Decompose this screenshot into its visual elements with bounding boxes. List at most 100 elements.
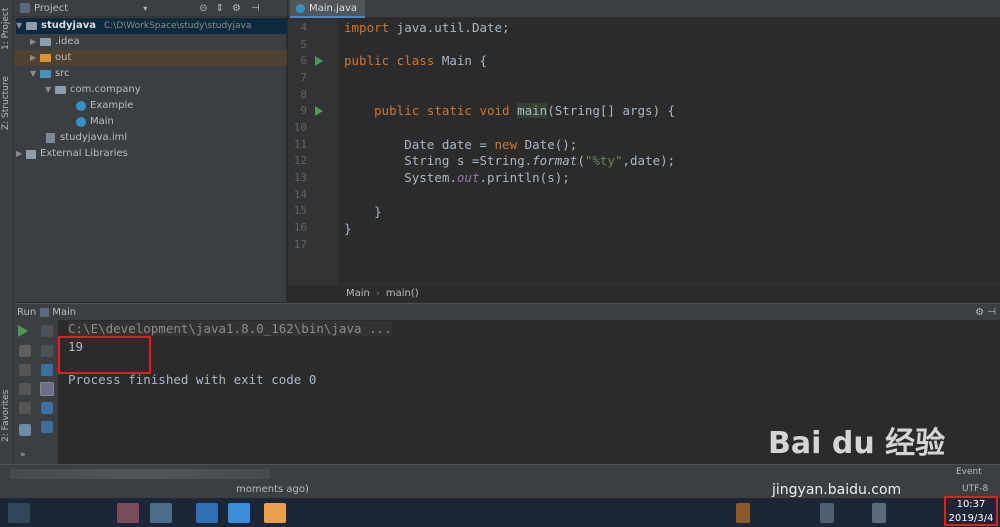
- exit-icon[interactable]: [19, 402, 31, 414]
- collapse-all-icon[interactable]: ⊝: [199, 3, 207, 14]
- run-config-tab[interactable]: Main: [52, 307, 76, 318]
- chevron-right-icon[interactable]: ▶: [16, 146, 26, 162]
- run-method-icon[interactable]: [315, 106, 323, 116]
- more-icon[interactable]: »: [20, 450, 26, 460]
- encoding-indicator[interactable]: UTF-8: [962, 484, 988, 494]
- module-folder-icon: [26, 22, 37, 30]
- breadcrumb-method[interactable]: main(): [386, 288, 419, 299]
- tree-item-label: Example: [90, 100, 134, 111]
- tree-item-example[interactable]: Example: [76, 98, 133, 114]
- taskbar-app-icon[interactable]: [150, 503, 172, 523]
- code-line: }: [344, 204, 382, 219]
- hide-panel-icon[interactable]: ⊣: [251, 3, 260, 14]
- chevron-right-icon: ›: [375, 288, 380, 299]
- tray-icon[interactable]: [820, 503, 834, 523]
- clock-date[interactable]: 2019/3/4: [944, 513, 998, 524]
- favorites-tool-button[interactable]: 2: Favorites: [1, 390, 11, 442]
- rerun-icon[interactable]: [18, 325, 28, 337]
- pause-icon[interactable]: [19, 364, 31, 376]
- breadcrumb: Main › main(): [288, 284, 1000, 302]
- code-line: }: [344, 221, 352, 236]
- code-line: String s =String.format("%ty",date);: [344, 153, 676, 168]
- console-finish-line: Process finished with exit code 0: [68, 372, 317, 387]
- arrow-down-icon[interactable]: [41, 345, 53, 357]
- start-icon[interactable]: [8, 503, 30, 523]
- event-log-button[interactable]: Event: [956, 467, 982, 477]
- tree-item-label: External Libraries: [40, 148, 128, 159]
- editor-gutter: 4 5 6 7 8 9 10 11 12 13 14 15 16 17: [288, 18, 338, 284]
- taskbar-app-icon[interactable]: [264, 503, 286, 523]
- tab-label: Main.java: [309, 2, 358, 14]
- tree-item-external-libraries[interactable]: ▶ External Libraries: [16, 146, 128, 162]
- tray-icon[interactable]: [736, 503, 750, 523]
- scroll-to-end-icon[interactable]: [40, 382, 54, 396]
- line-number: 9: [300, 104, 307, 117]
- tree-item-idea[interactable]: ▶ .idea: [30, 34, 80, 50]
- class-icon: [296, 3, 305, 13]
- blurred-region: [10, 469, 270, 479]
- clear-all-icon[interactable]: [41, 421, 53, 433]
- source-folder-icon: [40, 70, 51, 78]
- editor-tab-bar: Main.java: [288, 0, 1000, 18]
- tree-item-main[interactable]: Main: [76, 114, 114, 130]
- left-tool-strip: 1: Project Z: Structure 2: Favorites: [0, 0, 14, 464]
- run-panel-header: Run Main ⚙ ⊣: [14, 303, 1000, 320]
- project-tool-button[interactable]: 1: Project: [1, 8, 11, 50]
- gear-icon[interactable]: ⚙ ⊣: [975, 307, 996, 318]
- project-view-title[interactable]: Project: [34, 3, 68, 14]
- tree-item-label: out: [55, 52, 72, 63]
- code-line: public static void main(String[] args) {: [374, 103, 676, 118]
- soft-wrap-icon[interactable]: [41, 364, 53, 376]
- tree-item-out[interactable]: ▶ out: [14, 50, 287, 66]
- arrow-up-icon[interactable]: [41, 325, 53, 337]
- tree-item-studyjava[interactable]: ▼ studyjava C:\D\WorkSpace\study\studyja…: [16, 18, 287, 34]
- line-number: 16: [293, 221, 307, 234]
- taskbar-app-icon[interactable]: [196, 503, 218, 523]
- breadcrumb-class[interactable]: Main: [346, 288, 370, 299]
- watermark-logo: Bai du 经验: [768, 426, 946, 461]
- stop-icon[interactable]: [19, 345, 31, 357]
- line-number: 15: [293, 204, 307, 217]
- folder-icon: [40, 38, 51, 46]
- class-icon: [76, 117, 86, 127]
- project-view-icon: [20, 3, 30, 13]
- tree-item-iml[interactable]: studyjava.iml: [46, 130, 127, 146]
- chevron-right-icon[interactable]: ▶: [30, 50, 40, 66]
- tree-item-label: src: [55, 68, 70, 79]
- tab-main-java[interactable]: Main.java: [290, 0, 366, 18]
- code-editor[interactable]: import java.util.Date; public class Main…: [338, 18, 1000, 284]
- chevron-down-icon[interactable]: ▼: [45, 82, 55, 98]
- status-message: moments ago): [236, 484, 309, 495]
- class-icon: [76, 101, 86, 111]
- line-number: 13: [293, 171, 307, 184]
- chevron-right-icon[interactable]: ▶: [30, 34, 40, 50]
- tree-item-label: Main: [90, 116, 114, 127]
- print-icon[interactable]: [41, 402, 53, 414]
- watermark-url: jingyan.baidu.com: [772, 482, 902, 498]
- tree-item-label: studyjava: [41, 20, 96, 31]
- structure-tool-button[interactable]: Z: Structure: [1, 76, 11, 130]
- line-number: 14: [293, 188, 307, 201]
- console-command: C:\E\development\java1.8.0_162\bin\java …: [68, 321, 392, 336]
- tree-item-src[interactable]: ▼ src: [30, 66, 70, 82]
- code-line: System.out.println(s);: [344, 170, 570, 185]
- highlight-box: [58, 336, 151, 374]
- project-panel-header: Project ▾ ⊝ ⇕ ⚙ ⊣: [14, 0, 287, 17]
- scroll-from-source-icon[interactable]: ⇕: [216, 3, 224, 14]
- chevron-down-icon[interactable]: ▼: [16, 18, 26, 34]
- module-path: C:\D\WorkSpace\study\studyjava: [103, 21, 252, 31]
- chevron-down-icon[interactable]: ▾: [143, 4, 147, 13]
- line-number: 17: [293, 238, 307, 251]
- clock-time[interactable]: 10:37: [944, 499, 998, 510]
- line-number: 5: [300, 38, 307, 51]
- line-number: 12: [293, 154, 307, 167]
- gear-icon[interactable]: ⚙: [232, 3, 241, 14]
- run-class-icon[interactable]: [315, 56, 323, 66]
- layout-icon[interactable]: [19, 424, 31, 436]
- taskbar-app-icon[interactable]: [117, 503, 139, 523]
- tray-icon[interactable]: [872, 503, 886, 523]
- dump-threads-icon[interactable]: [19, 383, 31, 395]
- tree-item-com-company[interactable]: ▼ com.company: [45, 82, 141, 98]
- taskbar-app-icon[interactable]: [228, 503, 250, 523]
- chevron-down-icon[interactable]: ▼: [30, 66, 40, 82]
